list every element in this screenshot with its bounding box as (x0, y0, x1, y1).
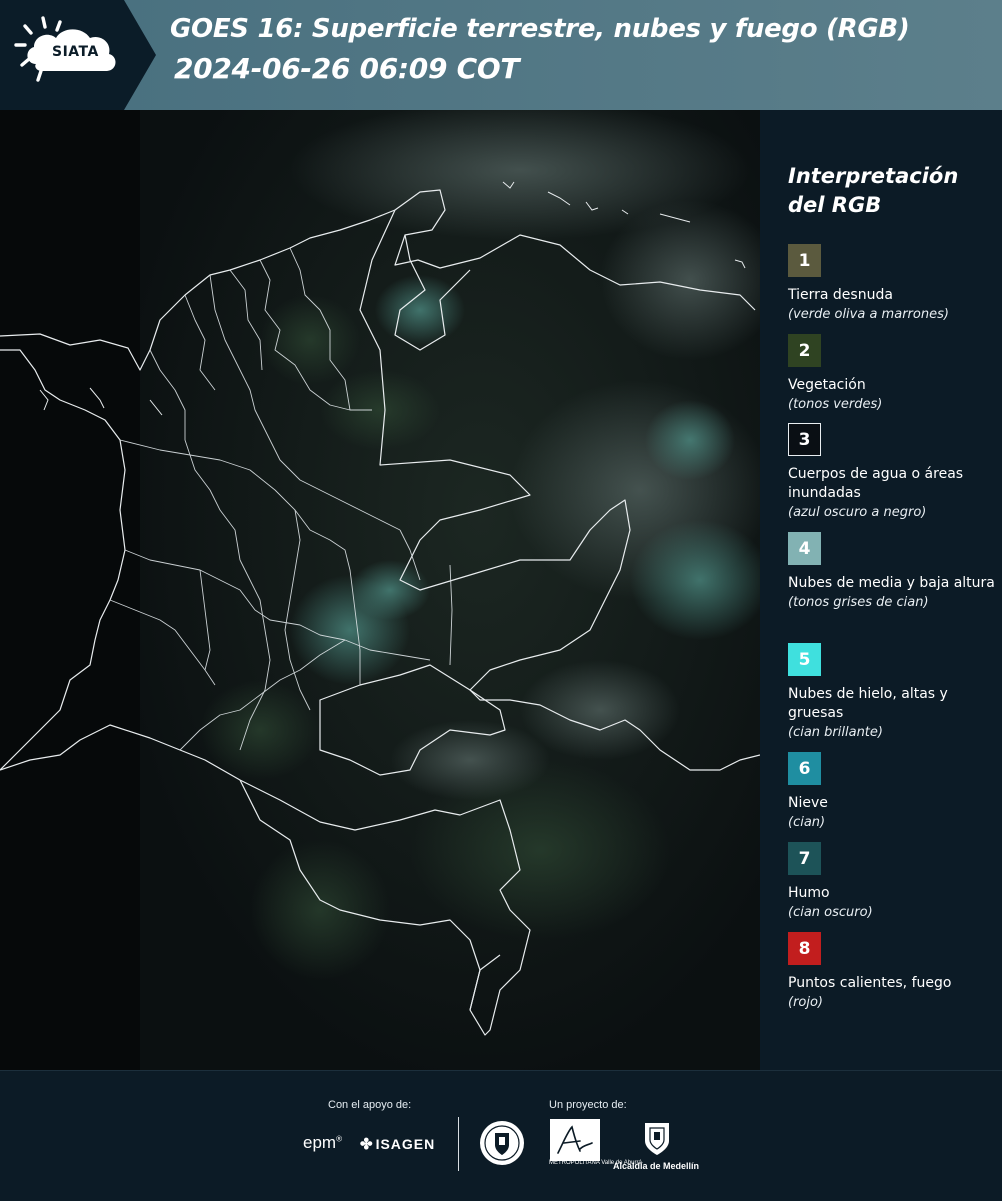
legend-note: (cian oscuro) (788, 905, 873, 920)
legend-note: (tonos grises de cian) (788, 595, 929, 610)
project-label: Un proyecto de: (549, 1099, 627, 1111)
isagen-logo-text: ISAGEN (375, 1136, 436, 1152)
legend-label: Puntos calientes, fuego (788, 975, 952, 991)
legend-item: 4 Nubes de media y baja altura (tonos gris… (788, 532, 998, 612)
legend-title-line1: Interpretación (788, 164, 959, 188)
legend-item: 8 Puntos calientes, fuego (rojo) (788, 932, 998, 1012)
epm-logo: epm® (303, 1133, 342, 1152)
siata-logo: SIATA (12, 14, 130, 94)
legend-label: Humo (788, 885, 830, 901)
support-label: Con el apoyo de: (328, 1099, 412, 1111)
satellite-map[interactable] (0, 110, 760, 1070)
legend-note: (azul oscuro a negro) (788, 505, 927, 520)
footer: Con el apoyo de: Un proyecto de: epm® ✤ I… (0, 1070, 1002, 1201)
isagen-mark-icon: ✤ (360, 1136, 374, 1153)
legend-title-line2: del RGB (788, 193, 882, 217)
legend-note: (cian) (788, 815, 826, 830)
isagen-logo: ✤ ISAGEN (360, 1135, 435, 1153)
legend-note: (cian brillante) (788, 725, 883, 740)
medellin-shield-icon (645, 1123, 669, 1155)
university-seal-icon (480, 1121, 524, 1165)
legend-label: Vegetación (788, 377, 866, 393)
legend-note: (tonos verdes) (788, 397, 883, 412)
legend-label: Nubes de hielo, altas y gruesas (788, 686, 948, 721)
legend-swatch: 5 (788, 643, 821, 676)
header: SIATA GOES 16: Superficie terrestre, nub… (0, 0, 1002, 110)
legend-label: Nubes de media y baja altura (788, 575, 995, 591)
rgb-legend: Interpretación del RGB 1 Tierra desnuda (v… (760, 110, 1002, 1070)
legend-note: (verde oliva a marrones) (788, 307, 949, 322)
footer-divider (458, 1117, 459, 1171)
page-title: GOES 16: Superficie terrestre, nubes y f… (170, 14, 910, 44)
legend-item: 2 Vegetación (tonos verdes) (788, 334, 998, 414)
legend-note: (rojo) (788, 995, 824, 1010)
legend-swatch: 2 (788, 334, 821, 367)
legend-swatch: 4 (788, 532, 821, 565)
legend-label: Nieve (788, 795, 828, 811)
medellin-label: Alcaldía de Medellín (613, 1161, 700, 1171)
legend-item: 6 Nieve (cian) (788, 752, 998, 832)
legend-swatch: 6 (788, 752, 821, 785)
legend-label: Tierra desnuda (788, 287, 893, 303)
legend-label: Cuerpos de agua o áreas inundadas (788, 466, 964, 501)
siata-logo-text: SIATA (52, 44, 99, 60)
legend-swatch: 3 (788, 423, 821, 456)
legend-item: 3 Cuerpos de agua o áreas inundadas (azul … (788, 423, 998, 522)
epm-logo-text: epm (303, 1133, 337, 1152)
legend-swatch: 8 (788, 932, 821, 965)
legend-item: 1 Tierra desnuda (verde oliva a marrones) (788, 244, 998, 324)
legend-swatch: 7 (788, 842, 821, 875)
timestamp-title: 2024-06-26 06:09 COT (174, 52, 520, 85)
legend-item: 5 Nubes de hielo, altas y gruesas (cian br… (788, 643, 998, 742)
legend-title: Interpretación del RGB (788, 162, 988, 220)
legend-swatch: 1 (788, 244, 821, 277)
legend-item: 7 Humo (cian oscuro) (788, 842, 998, 922)
